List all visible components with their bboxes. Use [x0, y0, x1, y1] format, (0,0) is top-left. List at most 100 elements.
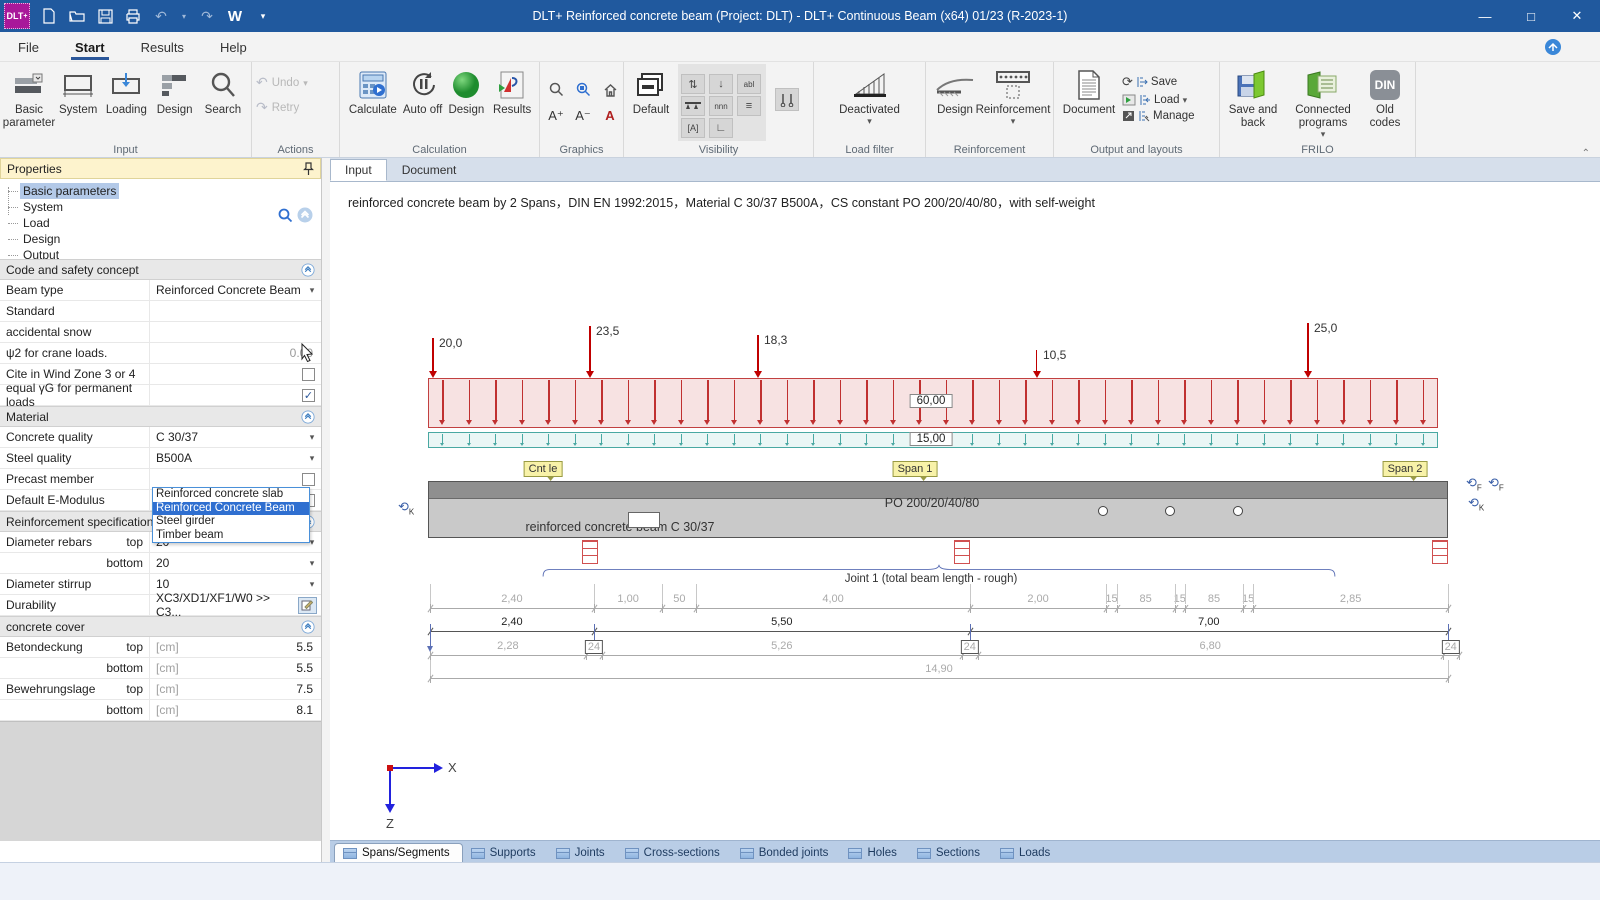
beam-hole[interactable]: [1165, 506, 1175, 516]
tab-document[interactable]: Document: [387, 159, 472, 181]
dropdown-caret-icon[interactable]: ▾: [305, 579, 319, 590]
toggle-section-labels-icon[interactable]: [A]: [681, 118, 705, 138]
tree-item-basic-parameters[interactable]: Basic parameters: [20, 183, 119, 199]
prop-value[interactable]: [150, 322, 321, 342]
prop-value[interactable]: Reinforced Concrete Beam▾: [150, 280, 321, 300]
print-icon[interactable]: [124, 7, 142, 25]
prop-value[interactable]: [150, 469, 321, 489]
open-file-icon[interactable]: [68, 7, 86, 25]
bottom-tab-sections[interactable]: Sections: [909, 844, 992, 862]
support[interactable]: [954, 540, 970, 564]
zoom-home-icon[interactable]: [598, 78, 622, 101]
customize-qat-icon[interactable]: ▾: [254, 7, 272, 25]
layout-save-button[interactable]: ⟳ Save: [1122, 74, 1195, 90]
layout-manage-button[interactable]: Manage: [1122, 110, 1195, 122]
prop-value[interactable]: B500A▾: [150, 448, 321, 468]
beam-type-dropdown-list[interactable]: Reinforced concrete slabReinforced Concr…: [152, 487, 310, 543]
section-collapse-icon[interactable]: [301, 410, 315, 424]
menu-tab-file[interactable]: File: [0, 34, 57, 60]
layout-load-button[interactable]: Load ▾: [1122, 94, 1195, 106]
app-logo[interactable]: DLT+: [4, 3, 30, 29]
default-visibility-button[interactable]: Default: [628, 64, 674, 117]
redo-icon[interactable]: ↷: [198, 7, 216, 25]
prop-value[interactable]: [cm]7.5: [150, 679, 321, 699]
beam-hole[interactable]: [1098, 506, 1108, 516]
save-icon[interactable]: [96, 7, 114, 25]
support[interactable]: [582, 540, 598, 564]
bottom-tab-supports[interactable]: Supports: [463, 844, 548, 862]
font-increase-icon[interactable]: A⁺: [544, 104, 568, 127]
dropdown-caret-icon[interactable]: ▾: [305, 453, 319, 464]
retry-button[interactable]: ↷ Retry: [256, 99, 308, 116]
font-decrease-icon[interactable]: A⁻: [571, 104, 595, 127]
minimize-button[interactable]: —: [1462, 0, 1508, 32]
rotation-marker-icon[interactable]: ⟲F: [1488, 476, 1504, 495]
selection-box[interactable]: [628, 512, 660, 528]
dropdown-option-reinforced-concrete-beam[interactable]: Reinforced Concrete Beam: [153, 502, 309, 516]
undo-icon[interactable]: ↶: [152, 7, 170, 25]
prop-value[interactable]: [150, 364, 321, 384]
word-export-icon[interactable]: W: [226, 7, 244, 25]
prop-value[interactable]: 20▾: [150, 553, 321, 573]
maximize-button[interactable]: □: [1508, 0, 1554, 32]
span-tag[interactable]: Span 2: [1383, 461, 1428, 477]
section-collapse-icon[interactable]: [301, 620, 315, 634]
prop-value[interactable]: ✓: [150, 385, 321, 405]
prop-value[interactable]: [150, 301, 321, 321]
bottom-tab-holes[interactable]: Holes: [840, 844, 908, 862]
checkbox[interactable]: [302, 473, 315, 486]
bottom-tab-bonded-joints[interactable]: Bonded joints: [732, 844, 841, 862]
toggle-point-loads-icon[interactable]: ↓: [709, 74, 733, 94]
dropdown-option-steel-girder[interactable]: Steel girder: [153, 515, 309, 529]
dropdown-option-timber-beam[interactable]: Timber beam: [153, 529, 309, 543]
tree-item-load[interactable]: Load: [20, 215, 53, 231]
load-filter-button[interactable]: Deactivated ▾: [830, 64, 910, 125]
bottom-tab-loads[interactable]: Loads: [992, 844, 1062, 862]
drawing-canvas[interactable]: reinforced concrete beam by 2 Spans，DIN …: [330, 182, 1600, 840]
document-button[interactable]: Document: [1058, 64, 1120, 117]
checkbox[interactable]: [302, 368, 315, 381]
toggle-labels-icon[interactable]: abl: [737, 74, 761, 94]
section-header-concrete-cover[interactable]: concrete cover: [0, 616, 321, 637]
close-button[interactable]: ✕: [1554, 0, 1600, 32]
tree-item-system[interactable]: System: [20, 199, 66, 215]
zoom-search-icon[interactable]: [544, 78, 568, 101]
toggle-loads-icon[interactable]: ⇅: [681, 74, 705, 94]
section-header-code-and-safety-concept[interactable]: Code and safety concept: [0, 259, 321, 280]
section-header-material[interactable]: Material: [0, 406, 321, 427]
pendulum-supports-icon[interactable]: [775, 88, 799, 111]
rotation-marker-icon[interactable]: ⟲F: [1466, 476, 1482, 495]
tab-input[interactable]: Input: [330, 159, 387, 181]
pin-icon[interactable]: [303, 162, 314, 175]
design-input-button[interactable]: Design: [151, 64, 199, 117]
zoom-window-icon[interactable]: [571, 78, 595, 101]
system-button[interactable]: System: [54, 64, 102, 117]
auto-off-button[interactable]: Auto off: [402, 64, 444, 117]
span-tag[interactable]: Span 1: [893, 461, 938, 477]
old-codes-button[interactable]: DIN Old codes: [1364, 64, 1406, 130]
rotation-marker-icon[interactable]: ⟲K: [398, 500, 414, 519]
toggle-axis-icon[interactable]: ∟: [709, 118, 733, 138]
span-tag[interactable]: Cnt le: [524, 461, 563, 477]
reinforcement-button[interactable]: Reinforcement ▾: [980, 64, 1046, 125]
dropdown-caret-icon[interactable]: ▾: [305, 285, 319, 296]
tree-collapse-icon[interactable]: [297, 207, 313, 223]
bottom-tab-cross-sections[interactable]: Cross-sections: [617, 844, 732, 862]
menu-tab-help[interactable]: Help: [202, 34, 265, 60]
dropdown-caret-icon[interactable]: ▾: [305, 558, 319, 569]
toggle-supports-icon[interactable]: [681, 96, 705, 116]
checkbox[interactable]: ✓: [302, 389, 315, 402]
feedback-icon[interactable]: [1544, 38, 1562, 56]
results-button[interactable]: Results: [489, 64, 535, 117]
bottom-tab-joints[interactable]: Joints: [548, 844, 617, 862]
undo-caret-icon[interactable]: ▾: [180, 7, 188, 25]
beam-hole[interactable]: [1233, 506, 1243, 516]
toggle-list-icon[interactable]: ≡: [737, 96, 761, 116]
save-and-back-button[interactable]: Save and back: [1224, 64, 1282, 130]
durability-edit-button[interactable]: [298, 597, 317, 614]
tree-search-icon[interactable]: [278, 208, 293, 223]
rotation-marker-icon[interactable]: ⟲K: [1468, 496, 1484, 515]
menu-tab-start[interactable]: Start: [57, 34, 123, 60]
toggle-dimensions-icon[interactable]: nnn: [709, 96, 733, 116]
new-file-icon[interactable]: [40, 7, 58, 25]
